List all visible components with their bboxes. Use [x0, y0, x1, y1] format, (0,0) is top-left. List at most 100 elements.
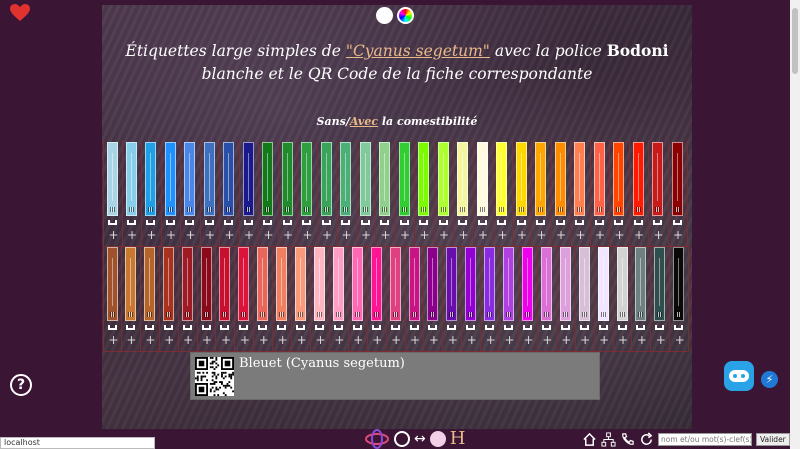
logo-icon[interactable]: [364, 428, 390, 449]
refresh-icon[interactable]: [639, 431, 654, 447]
label-preview[interactable]: [200, 247, 212, 321]
add-button[interactable]: +: [298, 228, 317, 242]
label-preview[interactable]: [125, 142, 137, 216]
label-swatch[interactable]: +: [493, 140, 513, 246]
label-preview[interactable]: [484, 247, 496, 321]
label-swatch[interactable]: +: [552, 140, 571, 246]
user-icon[interactable]: [394, 430, 410, 447]
add-button[interactable]: +: [279, 228, 298, 242]
label-preview[interactable]: [574, 142, 585, 216]
label-swatch[interactable]: +: [532, 140, 552, 246]
add-button[interactable]: +: [591, 228, 610, 242]
label-preview[interactable]: [457, 142, 468, 216]
print-icon[interactable]: [146, 220, 155, 225]
pink-theme-icon[interactable]: [429, 430, 446, 447]
print-icon[interactable]: [165, 220, 175, 225]
label-preview[interactable]: [295, 247, 307, 321]
label-preview[interactable]: [143, 247, 155, 321]
label-swatch[interactable]: +: [142, 140, 162, 246]
label-preview[interactable]: [437, 142, 449, 216]
print-icon[interactable]: [277, 325, 287, 330]
label-swatch[interactable]: +: [311, 245, 330, 351]
label-preview[interactable]: [616, 247, 628, 321]
label-swatch[interactable]: +: [368, 245, 387, 351]
print-icon[interactable]: [163, 325, 173, 330]
label-swatch[interactable]: +: [298, 140, 318, 246]
add-button[interactable]: +: [462, 333, 481, 347]
add-button[interactable]: +: [519, 333, 538, 347]
label-swatch[interactable]: +: [557, 245, 576, 351]
label-preview[interactable]: [107, 247, 118, 321]
label-preview[interactable]: [635, 247, 647, 321]
label-preview[interactable]: [351, 247, 363, 321]
label-preview[interactable]: [257, 247, 269, 321]
print-icon[interactable]: [614, 220, 623, 225]
print-icon[interactable]: [516, 220, 526, 225]
label-swatch[interactable]: +: [162, 140, 181, 246]
label-preview[interactable]: [654, 247, 666, 321]
label-preview[interactable]: [540, 247, 552, 321]
add-button[interactable]: +: [179, 333, 198, 347]
print-icon[interactable]: [302, 220, 311, 225]
label-preview[interactable]: [164, 142, 176, 216]
label-swatch[interactable]: +: [632, 245, 652, 351]
print-icon[interactable]: [315, 325, 324, 330]
label-swatch[interactable]: +: [651, 245, 671, 351]
print-icon[interactable]: [458, 220, 467, 225]
add-button[interactable]: +: [415, 228, 434, 242]
label-swatch[interactable]: +: [500, 245, 519, 351]
home-icon[interactable]: [582, 432, 597, 447]
label-preview[interactable]: [503, 247, 515, 321]
label-swatch[interactable]: +: [141, 245, 160, 351]
print-icon[interactable]: [185, 220, 194, 225]
print-icon[interactable]: [579, 325, 589, 330]
help-button[interactable]: ?: [10, 374, 32, 396]
add-button[interactable]: +: [481, 333, 500, 347]
label-swatch[interactable]: +: [259, 140, 279, 246]
print-icon[interactable]: [428, 325, 438, 330]
label-preview[interactable]: [124, 247, 136, 321]
scrollbar[interactable]: [790, 0, 800, 449]
label-preview[interactable]: [521, 247, 533, 321]
label-swatch[interactable]: +: [474, 140, 493, 246]
toggle-with[interactable]: Avec: [350, 115, 378, 128]
label-preview[interactable]: [370, 247, 382, 321]
toggle-without[interactable]: Sans: [317, 115, 346, 128]
label-preview[interactable]: [276, 247, 288, 321]
label-preview[interactable]: [578, 247, 590, 321]
label-swatch[interactable]: +: [160, 245, 179, 351]
add-button[interactable]: +: [532, 228, 551, 242]
label-preview[interactable]: [107, 142, 118, 216]
print-icon[interactable]: [409, 325, 419, 330]
label-swatch[interactable]: +: [481, 245, 501, 351]
add-button[interactable]: +: [357, 228, 376, 242]
label-swatch[interactable]: +: [387, 245, 406, 351]
species-link[interactable]: "Cyanus segetum": [346, 42, 490, 60]
label-preview[interactable]: [398, 142, 410, 216]
print-icon[interactable]: [380, 220, 389, 225]
print-icon[interactable]: [466, 325, 476, 330]
bolt-icon[interactable]: ⚡: [761, 371, 778, 388]
label-swatch[interactable]: +: [443, 245, 463, 351]
print-icon[interactable]: [419, 220, 428, 225]
label-preview[interactable]: [203, 142, 215, 216]
add-button[interactable]: +: [216, 333, 235, 347]
add-button[interactable]: +: [610, 228, 629, 242]
phone-icon[interactable]: [620, 432, 635, 447]
label-preview[interactable]: [671, 142, 683, 216]
add-button[interactable]: +: [376, 228, 395, 242]
add-button[interactable]: +: [311, 333, 330, 347]
add-button[interactable]: +: [162, 228, 181, 242]
print-icon[interactable]: [126, 220, 136, 225]
add-button[interactable]: +: [493, 228, 512, 242]
label-preview[interactable]: [515, 142, 527, 216]
label-preview[interactable]: [340, 142, 351, 216]
label-preview[interactable]: [408, 247, 420, 321]
print-icon[interactable]: [598, 325, 608, 330]
print-icon[interactable]: [108, 325, 117, 330]
label-swatch[interactable]: +: [220, 140, 240, 246]
label-preview[interactable]: [262, 142, 273, 216]
label-swatch[interactable]: +: [179, 245, 198, 351]
label-preview[interactable]: [332, 247, 344, 321]
add-button[interactable]: +: [201, 228, 220, 242]
